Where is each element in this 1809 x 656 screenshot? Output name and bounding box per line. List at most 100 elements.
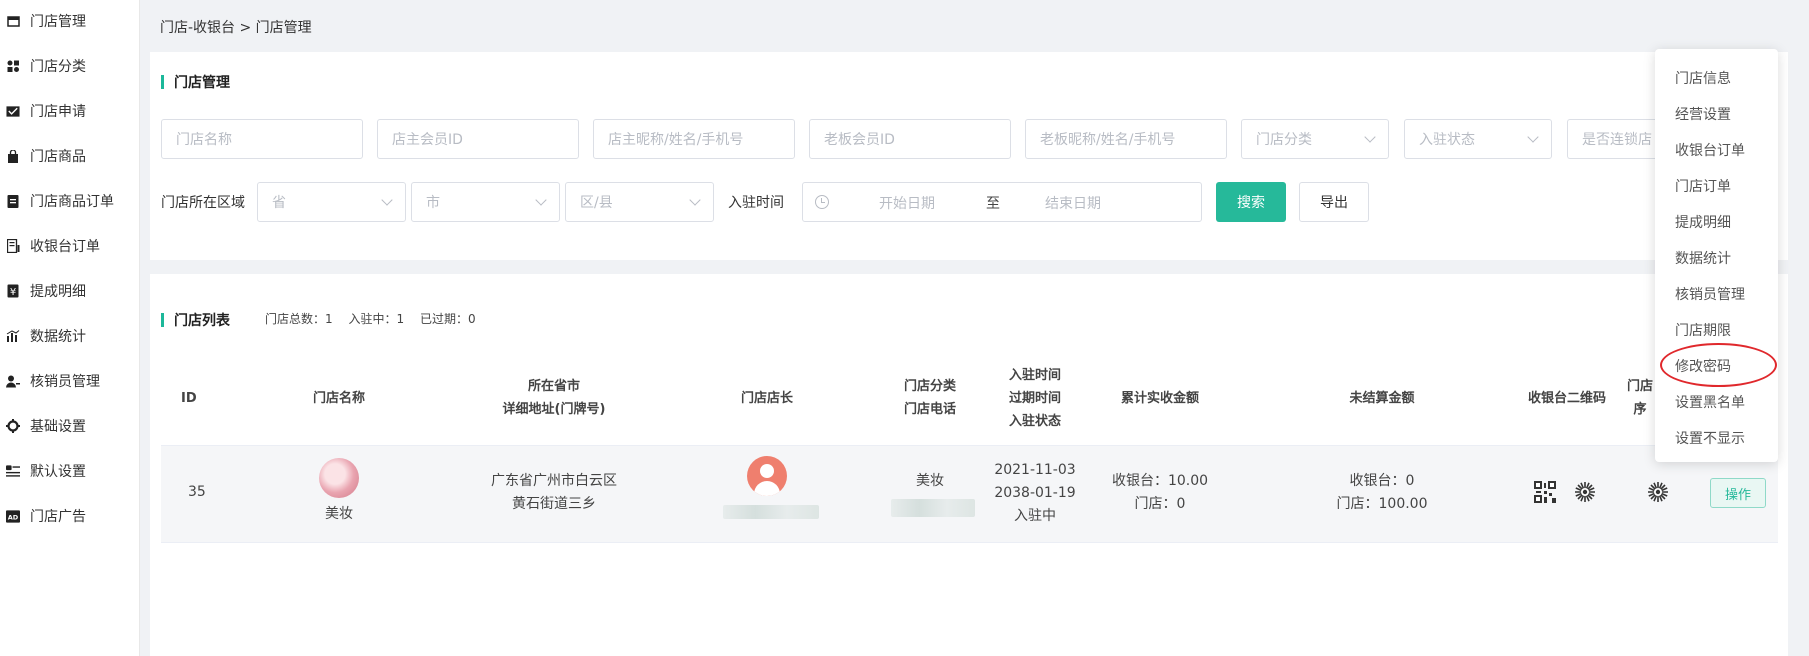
menu-item-store-term[interactable]: 门店期限	[1675, 320, 1731, 340]
status-select[interactable]: 入驻状态	[1404, 119, 1552, 159]
list-title-text: 门店列表	[174, 313, 230, 329]
cell-address: 广东省广州市白云区 黄石街道三乡	[491, 473, 617, 512]
clipboard-icon	[6, 194, 20, 208]
sidebar-item-statistics[interactable]: 数据统计	[6, 324, 86, 348]
clock-icon	[815, 195, 829, 209]
sidebar-item-label: 基础设置	[30, 419, 86, 435]
chain-store-select[interactable]: 是否连锁店	[1567, 119, 1657, 159]
cell-category: 美妆	[916, 473, 944, 489]
stat-total: 门店总数：1	[265, 312, 333, 326]
grid-icon	[6, 59, 20, 73]
cell-id: 35	[188, 484, 206, 500]
menu-item-store-info[interactable]: 门店信息	[1675, 68, 1731, 88]
menu-item-set-hidden[interactable]: 设置不显示	[1675, 428, 1745, 448]
ad-icon: AD	[6, 509, 20, 523]
category-select[interactable]: 门店分类	[1241, 119, 1389, 159]
scrollbar[interactable]	[1796, 0, 1809, 656]
chevron-down-icon	[1364, 131, 1376, 143]
sidebar-item-cashier-orders[interactable]: 收银台订单	[6, 234, 100, 258]
sidebar-item-verifier-management[interactable]: 核销员管理	[6, 369, 100, 393]
sidebar-item-commission-detail[interactable]: ¥ 提成明细	[6, 279, 86, 303]
header-time: 入驻时间 过期时间 入驻状态	[1008, 368, 1061, 429]
sidebar-item-store-management[interactable]: 门店管理	[6, 9, 86, 33]
bar-chart-icon	[6, 329, 20, 343]
chevron-down-icon	[381, 194, 393, 206]
sidebar-item-label: 提成明细	[30, 284, 86, 300]
highlight-circle	[1660, 343, 1777, 387]
inbox-icon	[6, 104, 20, 118]
store-name-input[interactable]: 门店名称	[161, 119, 363, 159]
sidebar-item-label: 门店管理	[30, 14, 86, 30]
sidebar-item-store-goods-orders[interactable]: 门店商品订单	[6, 189, 114, 213]
mini-program-code-icon[interactable]	[1574, 481, 1596, 503]
sidebar-item-label: 门店分类	[30, 59, 86, 75]
list-icon	[6, 464, 20, 478]
store-mini-program-code-icon[interactable]	[1647, 481, 1669, 503]
list-stats: 门店总数：1 入驻中：1 已过期：0	[265, 310, 488, 327]
receipt-icon	[6, 239, 20, 253]
range-separator: 至	[986, 196, 1000, 212]
cell-total-received: 收银台：10.00 门店：0	[1111, 473, 1209, 512]
boss-info-input[interactable]: 老板昵称/姓名/手机号	[1025, 119, 1227, 159]
action-button[interactable]: 操作	[1710, 478, 1766, 508]
owner-member-id-input[interactable]: 店主会员ID	[377, 119, 579, 159]
end-date-input[interactable]: 结束日期	[1045, 193, 1101, 213]
sidebar-item-store-category[interactable]: 门店分类	[6, 54, 86, 78]
title-accent-bar	[161, 313, 164, 327]
header-store-qr: 门店 序	[1626, 379, 1653, 417]
header-cashier-qr: 收银台二维码	[1527, 391, 1606, 406]
date-range-picker[interactable]: 开始日期 至 结束日期	[802, 182, 1202, 222]
header-category: 门店分类 门店电话	[903, 379, 956, 417]
join-time-label: 入驻时间	[728, 195, 784, 211]
gear-icon	[6, 419, 20, 433]
menu-item-set-blacklist[interactable]: 设置黑名单	[1675, 392, 1745, 412]
header-unsettled: 未结算金额	[1349, 391, 1415, 406]
menu-item-statistics[interactable]: 数据统计	[1675, 248, 1731, 268]
qr-code-icon[interactable]	[1534, 481, 1556, 503]
manager-avatar	[747, 456, 787, 496]
start-date-input[interactable]: 开始日期	[879, 193, 935, 213]
svg-text:AD: AD	[8, 513, 19, 521]
store-avatar	[319, 458, 359, 498]
menu-item-business-settings[interactable]: 经营设置	[1675, 104, 1731, 124]
cell-unsettled: 收银台：0 门店：100.00	[1336, 473, 1428, 512]
store-icon	[6, 14, 20, 28]
owner-info-input[interactable]: 店主昵称/姓名/手机号	[593, 119, 795, 159]
sidebar-item-label: 门店商品	[30, 149, 86, 165]
sidebar-item-label: 数据统计	[30, 329, 86, 345]
district-select[interactable]: 区/县	[565, 182, 714, 222]
search-button[interactable]: 搜索	[1216, 182, 1286, 222]
store-phone-blurred	[891, 499, 975, 517]
province-select[interactable]: 省	[257, 182, 406, 222]
breadcrumb: 门店-收银台 > 门店管理	[160, 20, 312, 36]
chevron-down-icon	[1527, 131, 1539, 143]
svg-text:¥: ¥	[10, 287, 16, 298]
header-address: 所在省市 详细地址(门牌号)	[502, 379, 606, 417]
sidebar-item-label: 收银台订单	[30, 239, 100, 255]
sidebar-item-label: 门店广告	[30, 509, 86, 525]
sidebar-item-store-application[interactable]: 门店申请	[6, 99, 86, 123]
bag-icon	[6, 149, 20, 163]
yen-icon: ¥	[6, 284, 20, 298]
sidebar-item-default-settings[interactable]: 默认设置	[6, 459, 86, 483]
manager-name-blurred	[723, 505, 819, 519]
menu-item-verifier-management[interactable]: 核销员管理	[1675, 284, 1745, 304]
action-dropdown-menu: 门店信息 经营设置 收银台订单 门店订单 提成明细 数据统计 核销员管理 门店期…	[1655, 49, 1778, 462]
list-title: 门店列表	[161, 310, 230, 330]
stat-active: 入驻中：1	[348, 312, 405, 326]
sidebar-item-store-goods[interactable]: 门店商品	[6, 144, 86, 168]
sidebar-item-label: 门店申请	[30, 104, 86, 120]
cell-time: 2021-11-03 2038-01-19 入驻中	[994, 462, 1076, 524]
export-button[interactable]: 导出	[1299, 182, 1369, 222]
header-total-received: 累计实收金额	[1120, 391, 1199, 406]
city-select[interactable]: 市	[411, 182, 560, 222]
menu-item-cashier-orders[interactable]: 收银台订单	[1675, 140, 1745, 160]
sidebar-item-store-ads[interactable]: AD 门店广告	[6, 504, 86, 528]
filter-title: 门店管理	[161, 72, 230, 92]
region-label: 门店所在区域	[161, 195, 245, 211]
boss-member-id-input[interactable]: 老板会员ID	[809, 119, 1011, 159]
sidebar-item-basic-settings[interactable]: 基础设置	[6, 414, 86, 438]
menu-item-commission-detail[interactable]: 提成明细	[1675, 212, 1731, 232]
sidebar-item-label: 门店商品订单	[30, 194, 114, 210]
menu-item-store-orders[interactable]: 门店订单	[1675, 176, 1731, 196]
